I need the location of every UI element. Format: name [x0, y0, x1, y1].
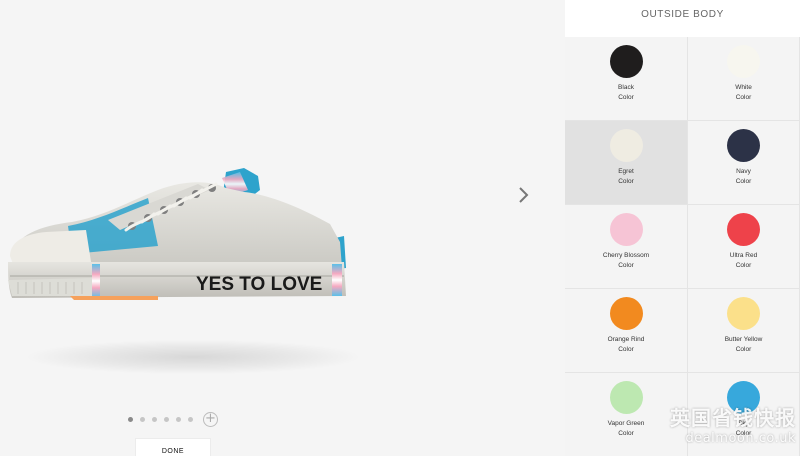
color-swatch[interactable]: White Color [688, 37, 800, 121]
view-dot[interactable] [140, 416, 145, 422]
color-swatch[interactable]: Butter Yellow Color [688, 289, 800, 373]
chevron-right-icon [519, 187, 529, 203]
swatch-color-circle [609, 129, 643, 162]
next-view-button[interactable] [512, 183, 536, 207]
swatch-subtitle: Color [618, 346, 634, 353]
panel-title: OUTSIDE BODY [565, 0, 800, 37]
color-swatch[interactable]: Ultra Red Color [688, 205, 800, 289]
swatch-subtitle: Color [735, 178, 752, 185]
swatch-name: Black [618, 84, 634, 91]
color-swatch[interactable]: Orange Rind Color [565, 289, 688, 373]
preview-stage: YES TO LOVE + DONE [0, 0, 565, 456]
add-view-button[interactable]: + [203, 411, 218, 427]
view-dot[interactable] [152, 416, 157, 422]
swatch-color-circle [609, 297, 643, 330]
watermark-logo: 英国省钱快报 dealmoon.co.uk [670, 402, 796, 446]
view-dot[interactable] [188, 416, 193, 422]
swatch-subtitle: Color [618, 430, 634, 437]
shoe-custom-text: YES TO LOVE [196, 274, 322, 295]
swatch-color-circle [727, 213, 760, 246]
swatch-grid: Black Color White Color Egret Color Navy Color C… [565, 37, 800, 456]
swatch-subtitle: Color [735, 262, 752, 269]
swatch-name: Navy [736, 168, 751, 175]
view-pagination: + [128, 410, 218, 428]
swatch-name: Ultra Red [729, 252, 758, 259]
swatch-color-circle [727, 45, 760, 78]
view-dot[interactable] [176, 416, 181, 422]
swatch-name: Cherry Blossom [602, 252, 650, 259]
swatch-subtitle: Color [618, 94, 634, 101]
done-button[interactable]: DONE [135, 438, 211, 456]
swatch-color-circle [727, 129, 760, 162]
swatch-subtitle: Color [618, 178, 634, 185]
view-dot[interactable] [164, 416, 169, 422]
swatch-color-circle [609, 45, 643, 78]
swatch-subtitle: Color [735, 346, 752, 353]
shoe-shadow [28, 340, 358, 374]
view-dot[interactable] [128, 416, 133, 422]
swatch-name: Butter Yellow [724, 336, 763, 343]
swatch-color-circle [609, 381, 643, 414]
swatch-name: Vapor Green [607, 420, 645, 427]
color-picker-panel: OUTSIDE BODY Black Color White Color Egret Co… [565, 0, 800, 456]
swatch-color-circle [727, 297, 760, 330]
shoe-preview-image: YES TO LOVE [8, 168, 346, 300]
swatch-name: White [735, 84, 752, 91]
color-swatch[interactable]: Egret Color [565, 121, 688, 205]
swatch-subtitle: Color [618, 262, 634, 269]
swatch-name: Egret [618, 168, 634, 175]
color-swatch[interactable]: Navy Color [688, 121, 800, 205]
swatch-color-circle [609, 213, 643, 246]
swatch-subtitle: Color [735, 94, 752, 101]
swatch-name: Orange Rind [607, 336, 645, 343]
color-swatch[interactable]: Cherry Blossom Color [565, 205, 688, 289]
color-swatch[interactable]: Black Color [565, 37, 688, 121]
watermark-chinese: 英国省钱快报 [670, 406, 796, 430]
watermark-domain: dealmoon.co.uk [685, 431, 796, 446]
